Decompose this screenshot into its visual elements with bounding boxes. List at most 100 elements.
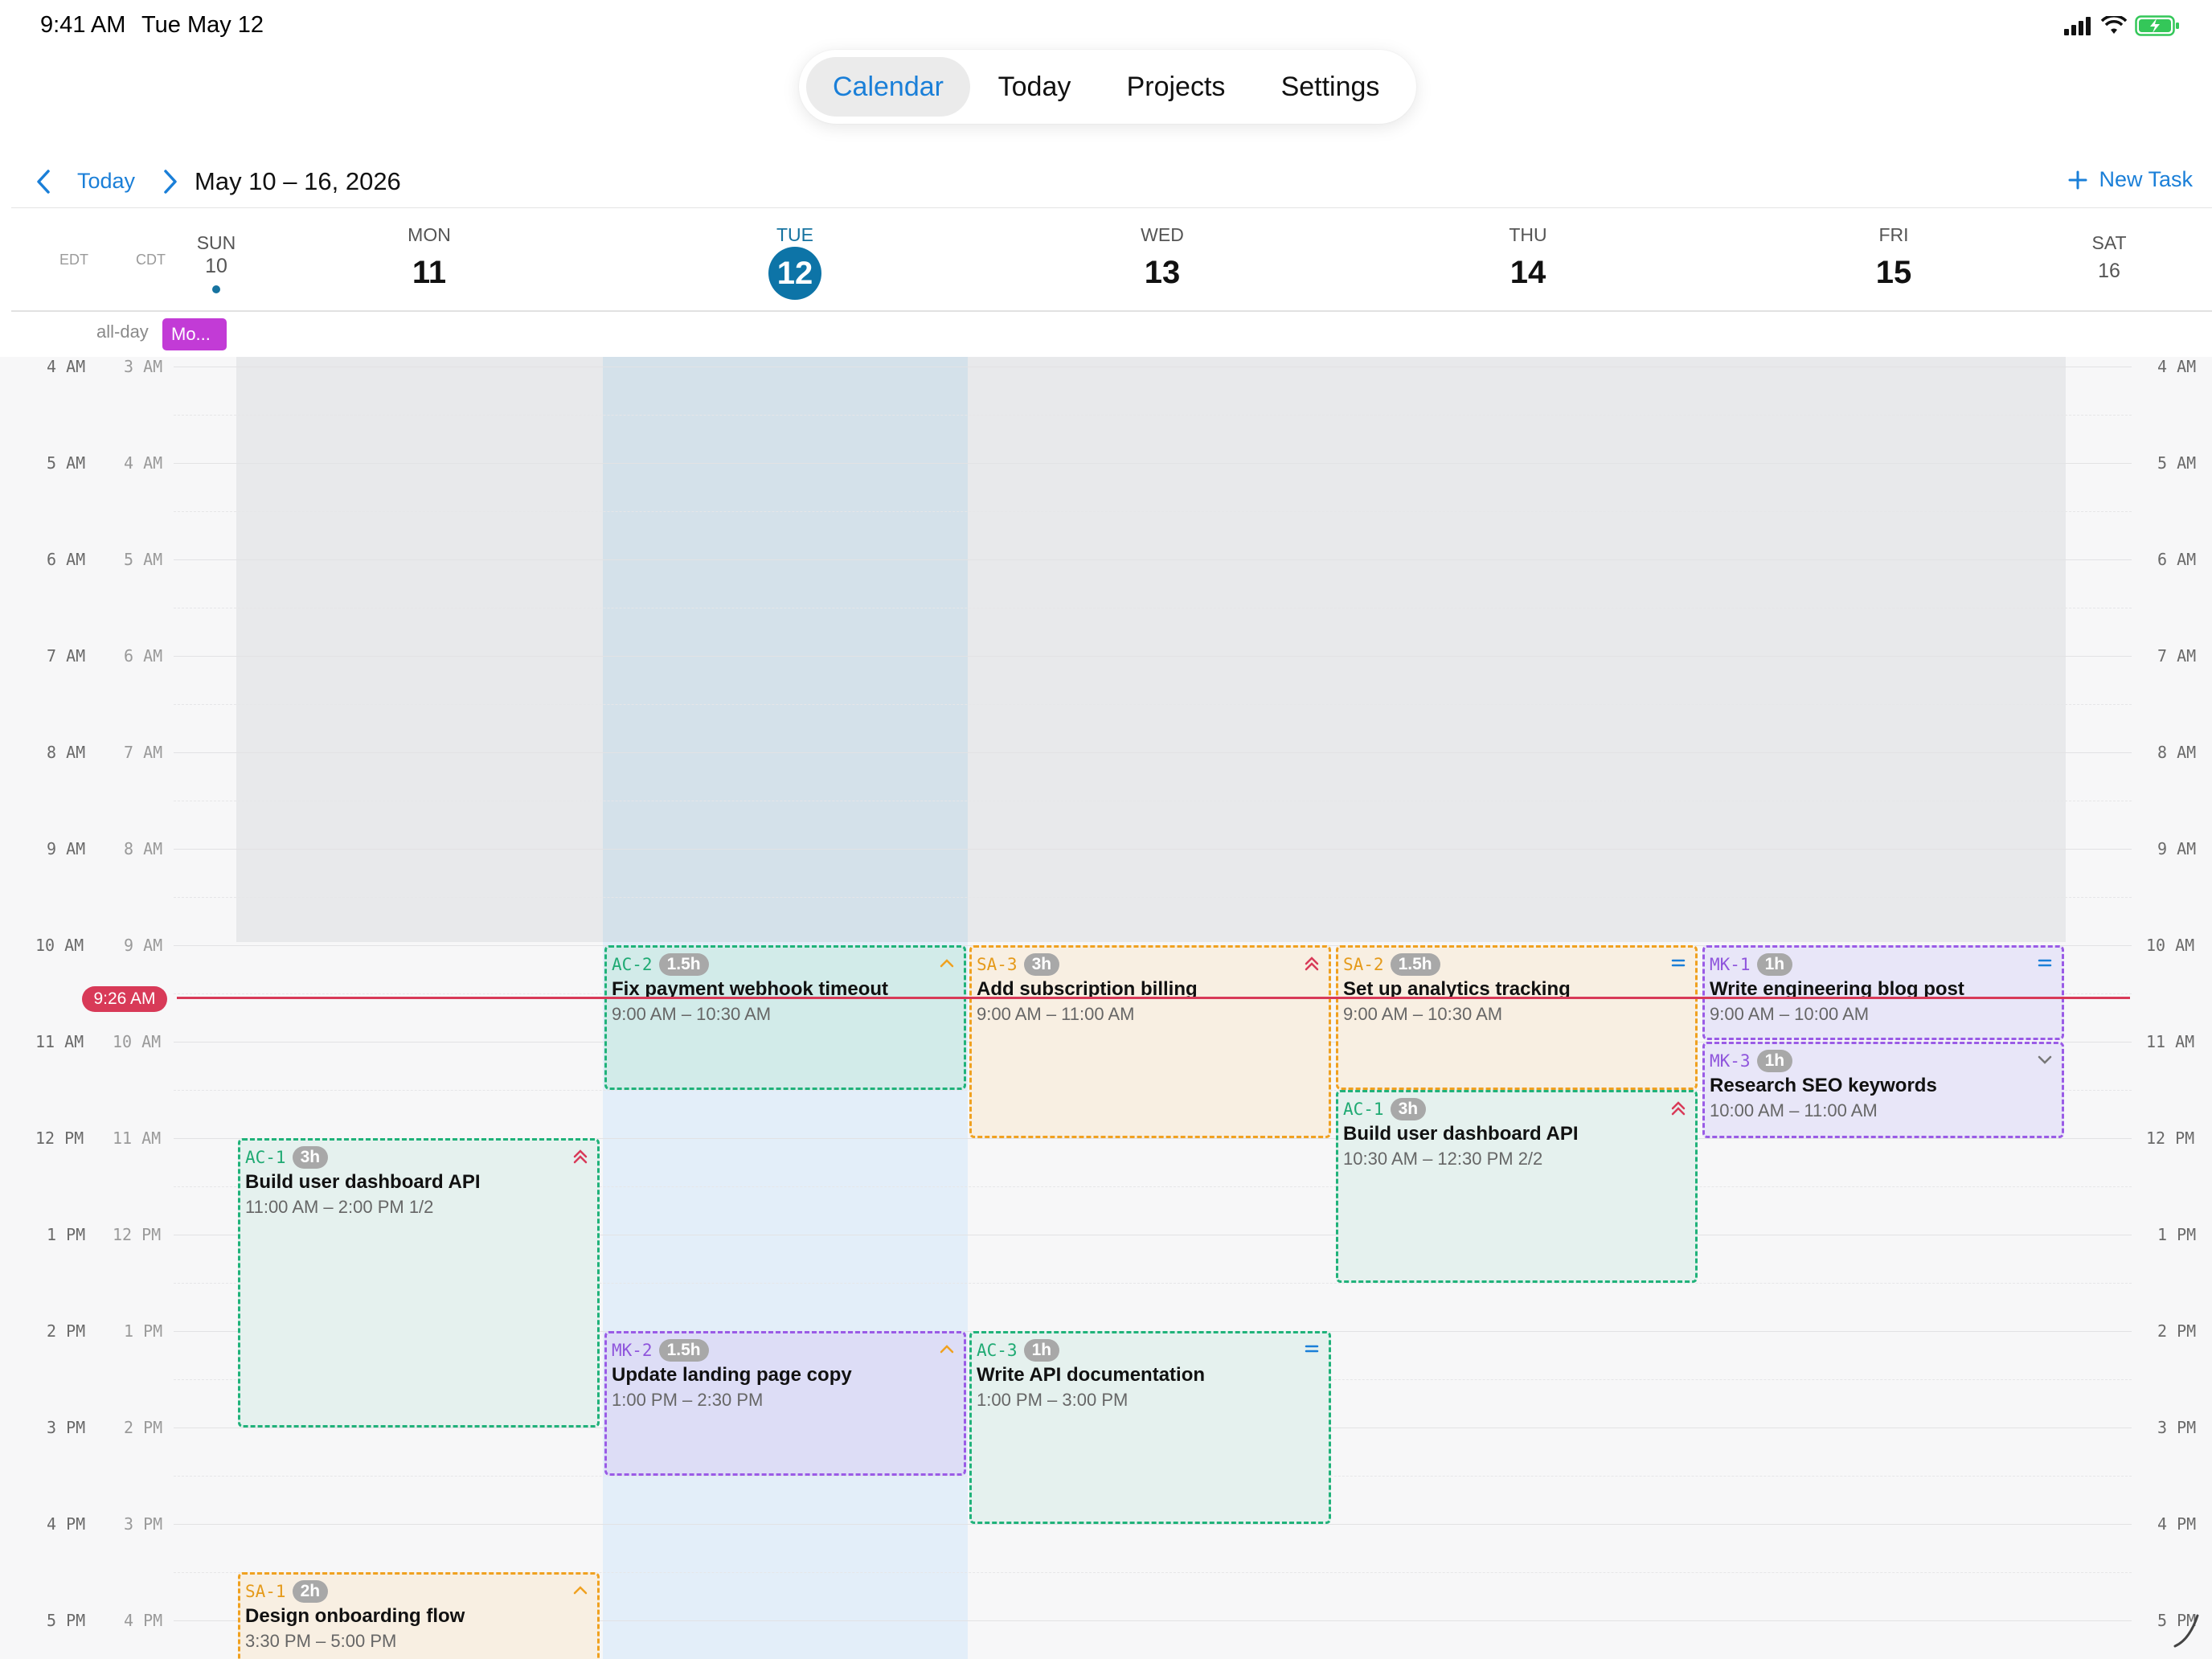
hour-line <box>174 463 2132 464</box>
duration-badge: 1h <box>1756 1050 1793 1072</box>
hour-label-right: 2 PM <box>2157 1321 2197 1341</box>
scroll-indicator-icon[interactable] <box>2170 1611 2202 1649</box>
half-hour-line <box>174 704 2132 705</box>
hour-label-secondary: 6 AM <box>124 646 163 666</box>
wifi-icon <box>2101 16 2127 34</box>
hour-line <box>174 559 2132 560</box>
priority-equals-icon <box>1671 959 1686 967</box>
status-date: Tue May 12 <box>141 12 264 38</box>
tab-today[interactable]: Today <box>970 57 1099 117</box>
event-card[interactable]: SA-1 2h Design onboarding flow 3:30 PM –… <box>238 1572 600 1659</box>
hour-label-right: 5 AM <box>2157 453 2197 473</box>
hour-label: 2 PM <box>47 1321 86 1341</box>
today-button[interactable]: Today <box>77 169 135 194</box>
hour-label: 4 AM <box>47 357 86 376</box>
new-task-button[interactable]: New Task <box>2068 167 2193 192</box>
duration-badge: 1.5h <box>658 1339 709 1362</box>
day-number: 13 <box>1144 255 1181 290</box>
hour-label-right: 7 AM <box>2157 646 2197 666</box>
event-card[interactable]: SA-3 3h Add subscription billing 9:00 AM… <box>969 945 1331 1138</box>
hour-label: 11 AM <box>35 1032 84 1051</box>
timezone-secondary: CDT <box>136 252 166 268</box>
tab-projects[interactable]: Projects <box>1099 57 1253 117</box>
chevron-left-icon[interactable] <box>32 169 56 195</box>
event-title: Build user dashboard API <box>1343 1123 1579 1145</box>
event-card[interactable]: MK-2 1.5h Update landing page copy 1:00 … <box>604 1331 966 1476</box>
event-title: Update landing page copy <box>612 1364 852 1386</box>
hour-label-right: 4 PM <box>2157 1514 2197 1534</box>
hour-label-right: 6 AM <box>2157 550 2197 569</box>
hour-label-secondary: 9 AM <box>124 936 163 955</box>
hour-label-right: 4 AM <box>2157 357 2197 376</box>
hour-label-secondary: 11 AM <box>113 1129 162 1148</box>
hour-label-secondary: 3 AM <box>124 357 163 376</box>
half-hour-line <box>174 511 2132 512</box>
hour-label-right: 3 PM <box>2157 1418 2197 1437</box>
event-code: SA-2 <box>1343 955 1384 974</box>
half-hour-line <box>174 415 2132 416</box>
hour-label-secondary: 1 PM <box>124 1321 163 1341</box>
hour-label: 5 PM <box>47 1611 86 1630</box>
tab-calendar[interactable]: Calendar <box>806 57 970 117</box>
top-nav: Calendar Today Projects Settings <box>799 50 1416 124</box>
hour-label: 10 AM <box>35 936 84 955</box>
event-card[interactable]: AC-1 3h Build user dashboard API 11:00 A… <box>238 1138 600 1428</box>
day-header-fri[interactable]: FRI 15 <box>1701 208 2087 311</box>
event-card[interactable]: AC-1 3h Build user dashboard API 10:30 A… <box>1336 1090 1698 1283</box>
priority-double-chevron-up-icon <box>1305 956 1319 971</box>
event-code: AC-1 <box>1343 1100 1384 1119</box>
current-time-line <box>177 997 2130 999</box>
hour-label-right: 12 PM <box>2146 1129 2195 1148</box>
day-header: EDT CDT SUN 10 MON 11 TUE 12 WED 13 THU … <box>11 207 2212 312</box>
duration-badge: 3h <box>292 1146 329 1169</box>
day-header-thu[interactable]: THU 14 <box>1335 208 1721 311</box>
duration-badge: 1.5h <box>658 953 709 976</box>
all-day-row: all-day Mo... <box>11 313 2212 358</box>
duration-badge: 3h <box>1390 1098 1427 1120</box>
time-grid[interactable]: 4 AM 5 AM 6 AM 7 AM 8 AM 9 AM 10 AM 11 A… <box>0 357 2212 1659</box>
event-code: SA-3 <box>977 955 1018 974</box>
event-code: AC-3 <box>977 1341 1018 1360</box>
event-time: 11:00 AM – 2:00 PM 1/2 <box>245 1197 434 1217</box>
day-name: FRI <box>1878 224 1909 245</box>
duration-badge: 1.5h <box>1390 953 1440 976</box>
event-code: MK-1 <box>1710 955 1751 974</box>
day-name: MON <box>408 224 451 245</box>
day-header-tue[interactable]: TUE 12 <box>602 208 988 311</box>
event-card[interactable]: SA-2 1.5h Set up analytics tracking 9:00… <box>1336 945 1698 1090</box>
hour-label-right: 10 AM <box>2146 936 2195 955</box>
calendar-toolbar: Today May 10 – 16, 2026 New Task <box>0 158 2212 206</box>
day-header-sat[interactable]: SAT 16 <box>2065 208 2153 311</box>
event-time: 9:00 AM – 10:30 AM <box>612 1004 772 1024</box>
day-name: SAT <box>2091 232 2127 253</box>
status-time: 9:41 AM <box>40 12 126 38</box>
hour-label: 8 AM <box>47 743 86 762</box>
day-number: 11 <box>412 255 447 290</box>
cellular-signal-icon <box>2064 17 2091 35</box>
hour-line <box>174 1524 2132 1525</box>
hour-label-secondary: 4 AM <box>124 453 163 473</box>
tab-settings[interactable]: Settings <box>1253 57 1407 117</box>
day-name: THU <box>1509 224 1547 245</box>
priority-chevron-down-icon <box>2038 1055 2052 1064</box>
today-dot <box>212 285 220 293</box>
plus-icon <box>2068 170 2087 189</box>
event-card[interactable]: MK-1 1h Write engineering blog post 9:00… <box>1702 945 2064 1040</box>
event-card[interactable]: MK-3 1h Research SEO keywords 10:00 AM –… <box>1702 1042 2064 1138</box>
all-day-event[interactable]: Mo... <box>162 318 227 350</box>
day-header-wed[interactable]: WED 13 <box>969 208 1355 311</box>
hour-label-right: 1 PM <box>2157 1225 2197 1244</box>
hour-label-secondary: 12 PM <box>113 1225 162 1244</box>
battery-charging-icon <box>2135 15 2179 36</box>
priority-equals-icon <box>2038 959 2052 967</box>
event-card[interactable]: AC-3 1h Write API documentation 1:00 PM … <box>969 1331 1331 1524</box>
hour-label-secondary: 7 AM <box>124 743 163 762</box>
event-time: 9:00 AM – 10:00 AM <box>1710 1004 1870 1024</box>
event-card[interactable]: AC-2 1.5h Fix payment webhook timeout 9:… <box>604 945 966 1090</box>
hour-label: 4 PM <box>47 1514 86 1534</box>
priority-chevron-up-icon <box>573 1586 588 1595</box>
chevron-right-icon[interactable] <box>158 169 182 195</box>
event-time: 1:00 PM – 3:00 PM <box>977 1390 1129 1410</box>
day-header-mon[interactable]: MON 11 <box>236 208 622 311</box>
hour-line <box>174 656 2132 657</box>
